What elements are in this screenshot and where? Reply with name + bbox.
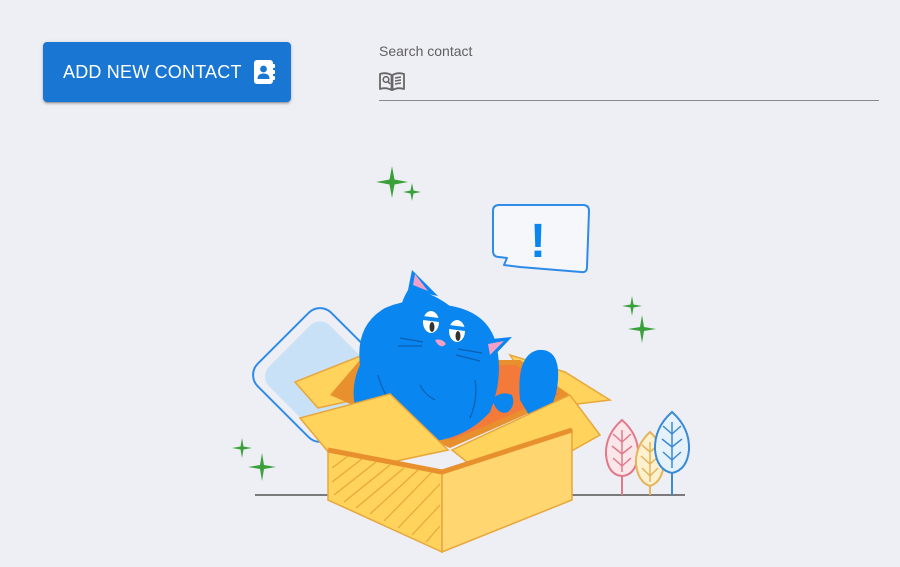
- add-new-contact-label: ADD NEW CONTACT: [63, 61, 242, 82]
- leaf-icon: [604, 410, 691, 495]
- cat-in-box-illustration: !: [220, 150, 710, 560]
- search-contact-label: Search contact: [379, 43, 473, 59]
- search-input[interactable]: [411, 68, 871, 94]
- search-contact-field[interactable]: Search contact: [379, 42, 879, 102]
- contact-search-icon: [379, 71, 405, 93]
- speech-bubble-icon: !: [492, 204, 590, 274]
- add-new-contact-button[interactable]: ADD NEW CONTACT: [43, 42, 291, 102]
- contact-book-icon: [252, 59, 276, 85]
- svg-text:!: !: [530, 215, 546, 268]
- search-underline: [379, 100, 879, 101]
